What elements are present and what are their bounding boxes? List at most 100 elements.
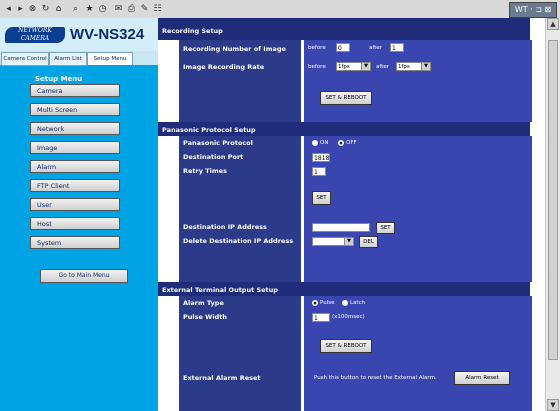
destination-ip-input[interactable] [312, 223, 370, 232]
retry-times-row: Retry Times 1 [158, 164, 532, 178]
destination-port-row: Destination Port 1818 [158, 150, 532, 164]
menu-network-button[interactable]: Network [30, 122, 120, 135]
alarm-type-pulse-radio[interactable] [312, 300, 318, 306]
recording-rate-label: Image Recording Rate [183, 63, 265, 71]
menu-host-button[interactable]: Host [30, 217, 120, 230]
protocol-on-text: ON [320, 140, 329, 146]
alarm-type-row: Alarm Type Pulse Latch [158, 296, 532, 310]
edit-icon[interactable]: ✎ [139, 3, 150, 14]
rate-after-select[interactable]: 1fps ▼ [396, 62, 431, 71]
stop-icon[interactable]: ⊗ [27, 3, 38, 14]
delete-ip-row: Delete Destination IP Address ▼ DEL [158, 234, 532, 248]
setup-content: Recording Setup Recording Number of Imag… [158, 18, 546, 411]
protocol-setup-title: Panasonic Protocol Setup [162, 126, 256, 134]
menu-alarm-button[interactable]: Alarm [30, 160, 120, 173]
rate-after-text: after [376, 64, 390, 70]
alarm-reset-label: External Alarm Reset [183, 374, 261, 382]
retry-times-input[interactable]: 1 [312, 167, 326, 176]
destination-port-input[interactable]: 1818 [312, 153, 330, 162]
recording-setup-header: Recording Setup [158, 18, 530, 40]
browser-toolbar: ◂ ▸ ⊗ ↻ ⌂ ⌕ ★ ◷ ✉ ⎙ ✎ ☷ WT · ⊐ ⊠ [0, 0, 560, 19]
discuss-icon[interactable]: ☷ [152, 3, 163, 14]
alarm-reset-description: Push this button to reset the External A… [314, 375, 437, 381]
destination-port-label: Destination Port [183, 153, 244, 161]
protocol-setup-header: Panasonic Protocol Setup [158, 122, 530, 136]
tab-setup-menu[interactable]: Setup Menu [87, 52, 133, 66]
recording-rate-row: Image Recording Rate before 1fps ▼ after … [158, 57, 532, 77]
protocol-off-radio[interactable] [338, 140, 344, 146]
logo-band: NETWORK CAMERA WV-NS324 [0, 18, 158, 51]
print-icon[interactable]: ⎙ [126, 3, 137, 14]
menu-system-button[interactable]: System [30, 236, 120, 249]
pulse-width-input[interactable]: 1 [312, 313, 330, 322]
pulse-text: Pulse [320, 300, 335, 306]
search-icon[interactable]: ⌕ [70, 3, 81, 14]
protocol-row: Panasonic Protocol ON OFF [158, 136, 532, 150]
bottom-spacer-row [158, 388, 532, 411]
destination-ip-label: Destination IP Address [183, 223, 267, 231]
recording-set-reboot-button[interactable]: SET & REBOOT [320, 91, 372, 105]
protocol-label: Panasonic Protocol [183, 139, 253, 147]
menu-image-button[interactable]: Image [30, 141, 120, 154]
model-name: WV-NS324 [70, 26, 145, 43]
delete-ip-label: Delete Destination IP Address [183, 237, 294, 245]
rate-before-text: before [308, 64, 326, 70]
favorites-icon[interactable]: ★ [84, 3, 95, 14]
scroll-up-icon[interactable]: ▲ [547, 18, 559, 30]
vertical-scrollbar[interactable]: ▲ ▼ [545, 18, 560, 411]
after-count-input[interactable]: 1 [390, 43, 404, 52]
menu-camera-button[interactable]: Camera [30, 84, 120, 97]
terminal-set-reboot-button[interactable]: SET & REBOOT [320, 339, 372, 353]
delete-ip-button[interactable]: DEL [359, 236, 378, 248]
rate-before-select[interactable]: 1fps ▼ [336, 62, 371, 71]
destination-ip-row: Destination IP Address SET [158, 220, 532, 234]
forward-icon[interactable]: ▸ [15, 3, 26, 14]
scroll-thumb[interactable] [548, 40, 558, 360]
chevron-down-icon: ▼ [421, 63, 430, 70]
network-camera-logo: NETWORK CAMERA [5, 27, 65, 43]
pulse-width-row: Pulse Width 1 (x100msec) [158, 310, 532, 324]
protocol-set-button[interactable]: SET [312, 191, 331, 205]
alarm-reset-row: External Alarm Reset Push this button to… [158, 366, 532, 388]
browser-status: WT · ⊐ ⊠ [509, 2, 557, 18]
protocol-set-row: SET [158, 178, 532, 220]
refresh-icon[interactable]: ↻ [40, 3, 51, 14]
go-to-main-menu-button[interactable]: Go to Main Menu [40, 269, 128, 283]
terminal-reboot-row: SET & REBOOT [158, 324, 532, 366]
latch-text: Latch [350, 300, 366, 306]
setup-menu-title: Setup Menu [35, 75, 83, 83]
before-text: before [308, 45, 326, 51]
alarm-reset-button[interactable]: Alarm Reset [454, 371, 510, 385]
chevron-down-icon: ▼ [361, 63, 370, 70]
menu-user-button[interactable]: User [30, 198, 120, 211]
tab-camera-control[interactable]: Camera Control [1, 52, 49, 66]
protocol-off-text: OFF [346, 140, 357, 146]
before-count-input[interactable]: 0 [336, 43, 350, 52]
alarm-type-label: Alarm Type [183, 299, 224, 307]
pulse-width-unit: (x100msec) [332, 314, 365, 320]
tab-bar: Camera Control Alarm List Setup Menu [0, 51, 158, 66]
recording-number-row: Recording Number of Image before 0 after… [158, 40, 532, 57]
alarm-type-latch-radio[interactable] [342, 300, 348, 306]
left-panel: NETWORK CAMERA WV-NS324 Camera Control A… [0, 18, 158, 411]
delete-ip-select[interactable]: ▼ [312, 237, 354, 246]
back-icon[interactable]: ◂ [3, 3, 14, 14]
protocol-on-radio[interactable] [312, 140, 318, 146]
destination-ip-set-button[interactable]: SET [376, 222, 395, 234]
pulse-width-label: Pulse Width [183, 313, 227, 321]
retry-times-label: Retry Times [183, 167, 227, 175]
menu-ftp-client-button[interactable]: FTP Client [30, 179, 120, 192]
terminal-setup-title: External Terminal Output Setup [162, 286, 278, 294]
tab-alarm-list[interactable]: Alarm List [49, 52, 87, 66]
chevron-down-icon: ▼ [344, 238, 353, 245]
after-text: after [369, 45, 383, 51]
history-icon[interactable]: ◷ [97, 3, 108, 14]
home-icon[interactable]: ⌂ [53, 3, 64, 14]
mail-icon[interactable]: ✉ [113, 3, 124, 14]
menu-multi-screen-button[interactable]: Multi Screen [30, 103, 120, 116]
scroll-down-icon[interactable]: ▼ [547, 399, 559, 411]
recording-reboot-row: SET & REBOOT [158, 77, 532, 122]
recording-setup-title: Recording Setup [162, 27, 223, 35]
terminal-setup-header: External Terminal Output Setup [158, 282, 530, 296]
protocol-spacer-row [158, 248, 532, 282]
